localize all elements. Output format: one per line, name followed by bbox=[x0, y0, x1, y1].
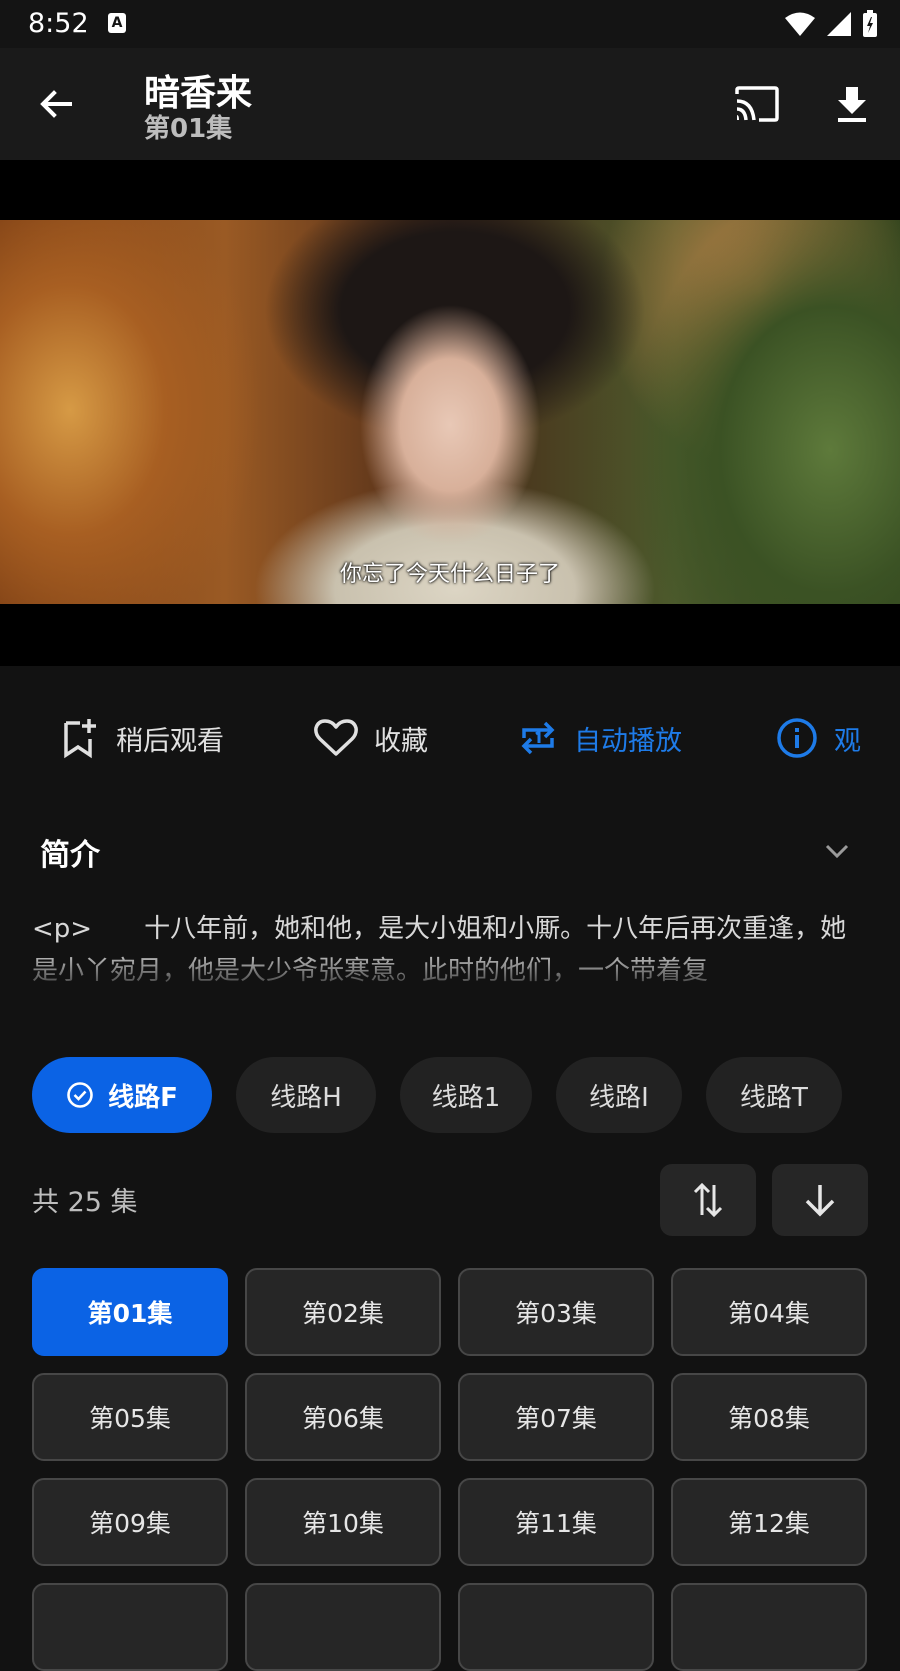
wifi-icon bbox=[785, 12, 815, 36]
info-button[interactable]: 观 bbox=[776, 690, 861, 786]
heart-icon bbox=[314, 719, 358, 756]
back-button[interactable] bbox=[30, 78, 82, 130]
cast-icon bbox=[735, 86, 779, 122]
episode-button-05[interactable]: 第05集 bbox=[32, 1373, 228, 1461]
watch-later-label: 稍后观看 bbox=[116, 725, 224, 757]
back-arrow-icon bbox=[40, 90, 72, 118]
download-button[interactable] bbox=[826, 78, 878, 130]
episode-count: 共 25 集 bbox=[32, 1187, 138, 1218]
route-label: 线路F bbox=[108, 1082, 178, 1113]
status-time: 8:52 bbox=[28, 8, 89, 39]
episode-button-03[interactable]: 第03集 bbox=[458, 1268, 654, 1356]
route-label: 线路T bbox=[740, 1082, 808, 1113]
route-chip-t[interactable]: 线路T bbox=[706, 1057, 842, 1133]
intro-fade-overlay bbox=[0, 948, 900, 990]
favorite-button[interactable]: 收藏 bbox=[314, 690, 428, 786]
episode-button-09[interactable]: 第09集 bbox=[32, 1478, 228, 1566]
episode-button-partial[interactable] bbox=[32, 1583, 228, 1671]
episode-button-12[interactable]: 第12集 bbox=[671, 1478, 867, 1566]
sort-order-button[interactable] bbox=[660, 1164, 756, 1236]
route-chip-1[interactable]: 线路1 bbox=[400, 1057, 532, 1133]
episode-button-04[interactable]: 第04集 bbox=[671, 1268, 867, 1356]
notification-app-icon: A bbox=[108, 13, 126, 33]
info-label: 观 bbox=[834, 725, 861, 757]
action-bar: 稍后观看 收藏 自动播放 观 bbox=[0, 690, 900, 786]
episode-grid: 第01集 第02集 第03集 第04集 第05集 第06集 第07集 第08集 … bbox=[32, 1268, 868, 1671]
route-chip-h[interactable]: 线路H bbox=[236, 1057, 376, 1133]
video-subtitle: 你忘了今天什么日子了 bbox=[339, 562, 560, 587]
episode-button-partial[interactable] bbox=[671, 1583, 867, 1671]
info-icon bbox=[777, 718, 817, 758]
video-player[interactable]: 你忘了今天什么日子了 bbox=[0, 160, 900, 666]
episode-button-partial[interactable] bbox=[458, 1583, 654, 1671]
watch-later-button[interactable]: 稍后观看 bbox=[60, 690, 224, 786]
episode-button-06[interactable]: 第06集 bbox=[245, 1373, 441, 1461]
route-label: 线路1 bbox=[431, 1082, 501, 1113]
favorite-label: 收藏 bbox=[374, 725, 428, 757]
video-frame[interactable]: 你忘了今天什么日子了 bbox=[0, 220, 900, 604]
status-bar: 8:52 A bbox=[0, 0, 900, 48]
episode-button-10[interactable]: 第10集 bbox=[245, 1478, 441, 1566]
autoplay-button[interactable]: 自动播放 bbox=[518, 690, 682, 786]
cellular-signal-icon bbox=[827, 12, 851, 36]
episode-button-02[interactable]: 第02集 bbox=[245, 1268, 441, 1356]
episode-button-11[interactable]: 第11集 bbox=[458, 1478, 654, 1566]
route-chip-i[interactable]: 线路I bbox=[556, 1057, 682, 1133]
episode-button-08[interactable]: 第08集 bbox=[671, 1373, 867, 1461]
cast-button[interactable] bbox=[728, 78, 784, 130]
check-circle-icon bbox=[67, 1082, 93, 1108]
repeat-one-icon bbox=[521, 721, 555, 755]
route-label: 线路I bbox=[589, 1082, 649, 1113]
bookmark-add-icon bbox=[64, 719, 96, 759]
battery-icon bbox=[863, 10, 877, 37]
arrow-down-icon bbox=[805, 1185, 835, 1217]
sort-toggle-icon bbox=[693, 1182, 723, 1218]
episode-button-partial[interactable] bbox=[245, 1583, 441, 1671]
download-icon bbox=[838, 87, 866, 122]
route-chip-f[interactable]: 线路F bbox=[32, 1057, 212, 1133]
scroll-down-button[interactable] bbox=[772, 1164, 868, 1236]
intro-heading: 简介 bbox=[40, 838, 100, 873]
route-label: 线路H bbox=[270, 1082, 342, 1113]
page-subtitle: 第01集 bbox=[144, 114, 233, 144]
chevron-down-icon[interactable] bbox=[822, 836, 852, 866]
autoplay-label: 自动播放 bbox=[574, 725, 682, 757]
episode-button-01[interactable]: 第01集 bbox=[32, 1268, 228, 1356]
episode-button-07[interactable]: 第07集 bbox=[458, 1373, 654, 1461]
status-icons bbox=[784, 10, 878, 38]
app-bar: 暗香来 第01集 bbox=[0, 48, 900, 160]
